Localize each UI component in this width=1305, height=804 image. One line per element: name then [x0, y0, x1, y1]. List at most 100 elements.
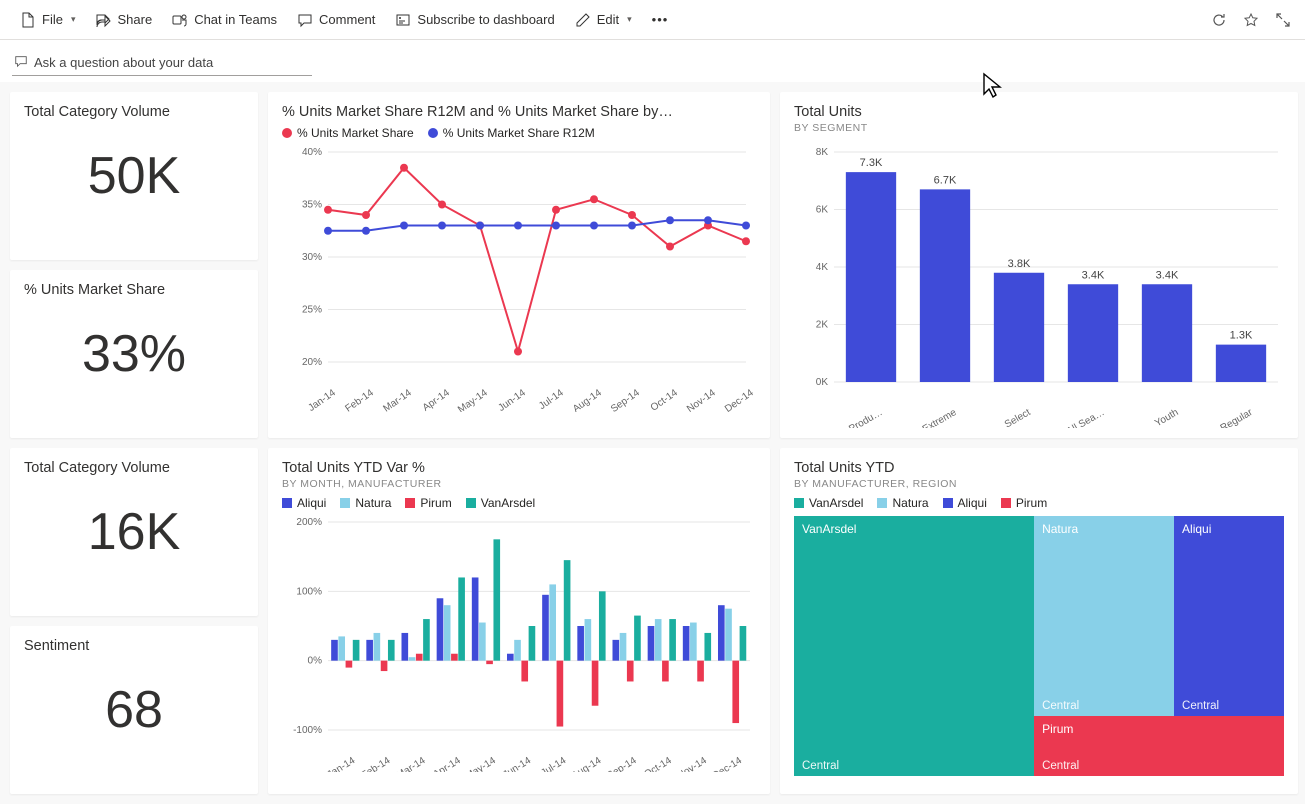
- svg-text:Select: Select: [1003, 407, 1033, 428]
- svg-text:Sep-14: Sep-14: [605, 755, 639, 772]
- chat-label: Chat in Teams: [194, 12, 277, 27]
- legend-label: % Units Market Share: [297, 126, 414, 140]
- treemap-tile[interactable]: Total Units YTD BY MANUFACTURER, REGION …: [780, 448, 1298, 794]
- svg-text:May-14: May-14: [456, 387, 490, 412]
- comment-label: Comment: [319, 12, 375, 27]
- svg-text:4K: 4K: [816, 262, 829, 273]
- treemap-label: VanArsdel: [802, 522, 856, 536]
- svg-text:Nov-14: Nov-14: [685, 387, 718, 412]
- segment-bar-tile[interactable]: Total Units BY SEGMENT 0K2K4K6K8K7.3KPro…: [780, 92, 1298, 438]
- svg-text:3.4K: 3.4K: [1082, 269, 1105, 281]
- chart-title: Total Units YTD Var %: [282, 460, 756, 476]
- edit-menu[interactable]: Edit ▾: [567, 8, 640, 32]
- more-icon: •••: [652, 12, 669, 27]
- fullscreen-button[interactable]: [1273, 10, 1293, 30]
- kpi-market-share[interactable]: % Units Market Share 33%: [10, 270, 258, 438]
- svg-text:Dec-14: Dec-14: [723, 387, 756, 412]
- treemap-node-natura: Natura Central: [1034, 516, 1174, 716]
- kpi-value: 68: [24, 656, 244, 758]
- svg-text:Apr-14: Apr-14: [421, 387, 452, 412]
- svg-text:Dec-14: Dec-14: [711, 755, 745, 772]
- svg-text:30%: 30%: [302, 252, 322, 263]
- edit-label: Edit: [597, 12, 619, 27]
- svg-text:0K: 0K: [816, 377, 829, 388]
- line-chart-tile[interactable]: % Units Market Share R12M and % Units Ma…: [268, 92, 770, 438]
- svg-text:7.3K: 7.3K: [860, 157, 883, 169]
- var-chart-tile[interactable]: Total Units YTD Var % BY MONTH, MANUFACT…: [268, 448, 770, 794]
- legend-marker: [877, 498, 887, 508]
- line-chart: 20%25%30%35%40%Jan-14Feb-14Mar-14Apr-14M…: [282, 142, 756, 412]
- kpi-title: % Units Market Share: [24, 282, 244, 298]
- share-icon: [95, 12, 111, 28]
- kpi-value: 33%: [24, 300, 244, 402]
- svg-text:Apr-14: Apr-14: [431, 755, 463, 772]
- treemap-node-aliqui: Aliqui Central: [1174, 516, 1284, 716]
- chart-legend: Aliqui Natura Pirum VanArsdel: [282, 496, 756, 510]
- chart-legend: VanArsdel Natura Aliqui Pirum: [794, 496, 1284, 510]
- kpi-category-volume-1[interactable]: Total Category Volume 50K: [10, 92, 258, 260]
- svg-text:Produ…: Produ…: [847, 407, 884, 428]
- svg-text:Youth: Youth: [1153, 407, 1180, 428]
- chart-legend: % Units Market Share % Units Market Shar…: [282, 126, 756, 140]
- file-menu[interactable]: File ▾: [12, 8, 83, 32]
- svg-text:Oct-14: Oct-14: [649, 387, 680, 412]
- qna-section: Ask a question about your data: [0, 40, 1305, 82]
- chart-subtitle: BY SEGMENT: [794, 122, 1284, 134]
- svg-text:Aug-14: Aug-14: [571, 387, 604, 412]
- svg-text:Sep-14: Sep-14: [609, 387, 642, 412]
- svg-text:1.3K: 1.3K: [1230, 330, 1253, 342]
- legend-label: Pirum: [1016, 496, 1047, 510]
- svg-text:Jul-14: Jul-14: [539, 755, 568, 772]
- chart-subtitle: BY MONTH, MANUFACTURER: [282, 478, 756, 490]
- legend-label: VanArsdel: [481, 496, 535, 510]
- kpi-title: Total Category Volume: [24, 460, 244, 476]
- svg-text:Regular: Regular: [1219, 407, 1255, 428]
- svg-text:25%: 25%: [302, 305, 322, 316]
- legend-label: Pirum: [420, 496, 451, 510]
- legend-label: Aliqui: [958, 496, 987, 510]
- legend-marker: [428, 128, 438, 138]
- comment-button[interactable]: Comment: [289, 8, 383, 32]
- svg-text:Mar-14: Mar-14: [381, 387, 414, 412]
- edit-icon: [575, 12, 591, 28]
- svg-text:Feb-14: Feb-14: [343, 387, 376, 412]
- treemap-node-vanarsdel: VanArsdel Central: [794, 516, 1034, 776]
- svg-text:Mar-14: Mar-14: [395, 755, 428, 772]
- legend-marker: [1001, 498, 1011, 508]
- treemap-region: Central: [802, 760, 839, 772]
- treemap-chart: VanArsdel Central Natura Central Aliqui …: [794, 516, 1284, 776]
- legend-label: Natura: [892, 496, 928, 510]
- chart-title: Total Units: [794, 104, 1284, 120]
- subscribe-button[interactable]: Subscribe to dashboard: [387, 8, 562, 32]
- subscribe-label: Subscribe to dashboard: [417, 12, 554, 27]
- svg-text:2K: 2K: [816, 320, 829, 331]
- legend-marker: [943, 498, 953, 508]
- refresh-button[interactable]: [1209, 10, 1229, 30]
- treemap-label: Aliqui: [1182, 522, 1211, 536]
- file-icon: [20, 12, 36, 28]
- legend-label: % Units Market Share R12M: [443, 126, 595, 140]
- more-menu[interactable]: •••: [644, 8, 677, 31]
- chevron-down-icon: ▾: [71, 14, 76, 25]
- kpi-category-volume-2[interactable]: Total Category Volume 16K: [10, 448, 258, 616]
- legend-marker: [794, 498, 804, 508]
- share-button[interactable]: Share: [87, 8, 160, 32]
- svg-text:Jun-14: Jun-14: [501, 755, 533, 772]
- file-label: File: [42, 12, 63, 27]
- qna-input[interactable]: Ask a question about your data: [12, 50, 312, 76]
- comment-icon: [14, 54, 28, 71]
- legend-marker: [405, 498, 415, 508]
- comment-icon: [297, 12, 313, 28]
- dashboard-grid: Total Category Volume 50K % Units Market…: [0, 82, 1305, 804]
- kpi-value: 50K: [24, 122, 244, 224]
- svg-text:Jun-14: Jun-14: [496, 387, 528, 412]
- treemap-label: Natura: [1042, 522, 1078, 536]
- kpi-sentiment[interactable]: Sentiment 68: [10, 626, 258, 794]
- svg-text:Oct-14: Oct-14: [642, 755, 674, 772]
- legend-label: VanArsdel: [809, 496, 863, 510]
- favorite-button[interactable]: [1241, 10, 1261, 30]
- svg-text:40%: 40%: [302, 147, 322, 158]
- chat-teams-button[interactable]: Chat in Teams: [164, 8, 285, 32]
- teams-icon: [172, 12, 188, 28]
- svg-text:35%: 35%: [302, 200, 322, 211]
